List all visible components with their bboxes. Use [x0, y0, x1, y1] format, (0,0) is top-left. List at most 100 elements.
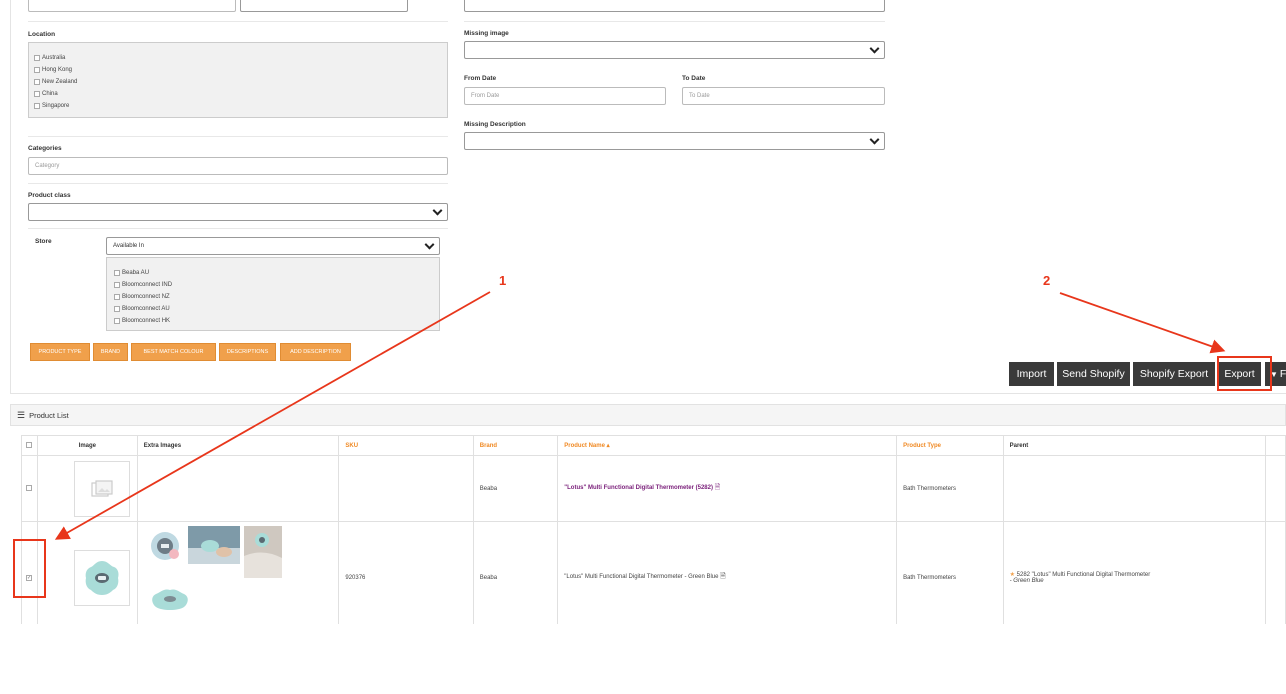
store-option-label: Bloomconnect NZ: [122, 294, 170, 300]
annotation-number-2: 2: [1043, 273, 1051, 288]
file-icon[interactable]: 🗎: [720, 573, 726, 580]
location-checkbox[interactable]: [34, 55, 40, 61]
top-left-input[interactable]: [28, 0, 236, 12]
filter-icon: ▼: [1270, 369, 1278, 379]
divider: [28, 183, 448, 184]
add-description-button[interactable]: ADD DESCRIPTION: [280, 343, 351, 361]
row-checkbox-checked[interactable]: ✓: [26, 574, 32, 581]
store-option-label: Bloomconnect IND: [122, 282, 173, 288]
location-option[interactable]: Singapore: [34, 100, 447, 112]
location-option[interactable]: China: [34, 88, 447, 100]
product-name-header-label: Product Name: [564, 443, 605, 449]
to-date-input[interactable]: To Date: [682, 87, 885, 105]
store-checkbox[interactable]: [114, 294, 120, 300]
column-header-product-type[interactable]: Product Type: [896, 435, 1004, 456]
brand-button[interactable]: BRAND: [93, 343, 128, 361]
filter-button[interactable]: ▼ F: [1265, 362, 1286, 386]
select-all-checkbox[interactable]: [26, 441, 32, 448]
to-date-label: To Date: [682, 75, 706, 82]
product-thumbnail[interactable]: [73, 460, 130, 517]
divider: [28, 228, 448, 229]
product-name-cell: "Lotus" Multi Functional Digital Thermom…: [557, 521, 898, 634]
image-cell: [36, 521, 138, 634]
product-class-label: Product class: [28, 192, 71, 199]
sku-cell: 920376: [338, 521, 474, 634]
location-option[interactable]: New Zealand: [34, 76, 447, 88]
location-option[interactable]: Hong Kong: [34, 64, 447, 76]
location-option-label: Hong Kong: [42, 67, 73, 73]
store-option[interactable]: Beaba AU: [114, 267, 439, 279]
store-checkbox[interactable]: [114, 306, 120, 312]
product-thumbnail[interactable]: [73, 549, 130, 606]
chevron-down-icon: [869, 43, 880, 54]
column-header-brand[interactable]: Brand: [472, 435, 559, 456]
location-option[interactable]: Australia: [34, 52, 447, 64]
location-checkbox[interactable]: [34, 79, 40, 85]
column-header-sku[interactable]: SKU: [338, 435, 474, 456]
extra-image[interactable]: [243, 526, 282, 578]
store-select[interactable]: Available In: [106, 237, 440, 255]
brand-cell: Beaba: [472, 455, 559, 522]
row-checkbox-cell[interactable]: ✓: [21, 521, 38, 634]
shopify-export-button[interactable]: Shopify Export: [1133, 362, 1215, 386]
store-option[interactable]: Bloomconnect AU: [114, 303, 439, 315]
categories-input[interactable]: Category: [28, 157, 448, 175]
send-shopify-button[interactable]: Send Shopify: [1057, 362, 1130, 386]
missing-description-select[interactable]: [464, 132, 885, 150]
location-checkbox[interactable]: [34, 91, 40, 97]
extra-images-cell: [136, 521, 340, 634]
store-listbox[interactable]: Beaba AU Bloomconnect IND Bloomconnect NZ B…: [106, 257, 440, 331]
product-class-select[interactable]: [28, 203, 448, 221]
row-checkbox-cell[interactable]: [21, 455, 38, 522]
extra-image[interactable]: [145, 580, 194, 616]
extra-cell: [1265, 455, 1286, 522]
sku-cell: [338, 455, 474, 522]
export-button[interactable]: Export: [1218, 362, 1261, 386]
parent-variant: - Green Blue: [1009, 578, 1044, 584]
product-name-link[interactable]: "Lotus" Multi Functional Digital Thermom…: [564, 574, 718, 580]
location-checkbox[interactable]: [34, 103, 40, 109]
product-name-link[interactable]: "Lotus" Multi Functional Digital Thermom…: [564, 485, 713, 491]
import-button[interactable]: Import: [1009, 362, 1054, 386]
select-all-checkbox-cell[interactable]: [21, 435, 38, 456]
parent-cell: [1002, 455, 1267, 522]
store-options: Beaba AU Bloomconnect IND Bloomconnect NZ B…: [114, 267, 439, 327]
store-option[interactable]: Bloomconnect NZ: [114, 291, 439, 303]
top-right-select[interactable]: [464, 0, 885, 12]
missing-image-select[interactable]: [464, 41, 885, 59]
row-checkbox[interactable]: [26, 484, 32, 491]
product-type-button[interactable]: PRODUCT TYPE: [30, 343, 90, 361]
divider: [28, 136, 448, 137]
store-option[interactable]: Bloomconnect HK: [114, 315, 439, 327]
image-cell: [36, 455, 138, 522]
filter-button-label: F: [1279, 368, 1286, 380]
location-listbox[interactable]: Australia Hong Kong New Zealand China Singap…: [28, 42, 448, 118]
location-label: Location: [28, 31, 56, 38]
parent-cell: ★ 5282 "Lotus" Multi Functional Digital …: [1002, 521, 1267, 634]
location-checkbox[interactable]: [34, 67, 40, 73]
product-type-cell: Bath Thermometers: [896, 521, 1004, 634]
store-option[interactable]: Bloomconnect IND: [114, 279, 439, 291]
extra-cell: [1265, 521, 1286, 634]
location-options: Australia Hong Kong New Zealand China Singap…: [34, 52, 447, 112]
store-checkbox[interactable]: [114, 282, 120, 288]
table-row[interactable]: Beaba "Lotus" Multi Functional Digital T…: [21, 455, 1286, 522]
column-header-product-name[interactable]: Product Name ▴: [557, 435, 898, 456]
file-icon[interactable]: 🗎: [715, 484, 721, 491]
list-icon: ☰: [17, 409, 26, 420]
store-option-label: Bloomconnect AU: [122, 306, 170, 312]
location-option-label: New Zealand: [42, 79, 78, 85]
table-row[interactable]: ✓ 920376 Beaba "Lotus" Multi Functional …: [21, 521, 1286, 634]
extra-image[interactable]: [145, 526, 184, 564]
extra-images-cell: [136, 455, 340, 522]
best-match-colour-button[interactable]: BEST MATCH COLOUR: [131, 343, 216, 361]
top-left-select[interactable]: [240, 0, 408, 12]
descriptions-button[interactable]: DESCRIPTIONS: [219, 343, 276, 361]
product-name-cell: "Lotus" Multi Functional Digital Thermom…: [557, 455, 898, 522]
store-checkbox[interactable]: [114, 270, 120, 276]
divider: [28, 21, 448, 22]
from-date-input[interactable]: From Date: [464, 87, 666, 105]
extra-image[interactable]: [187, 526, 240, 564]
store-checkbox[interactable]: [114, 318, 120, 324]
location-option-label: China: [42, 91, 58, 97]
